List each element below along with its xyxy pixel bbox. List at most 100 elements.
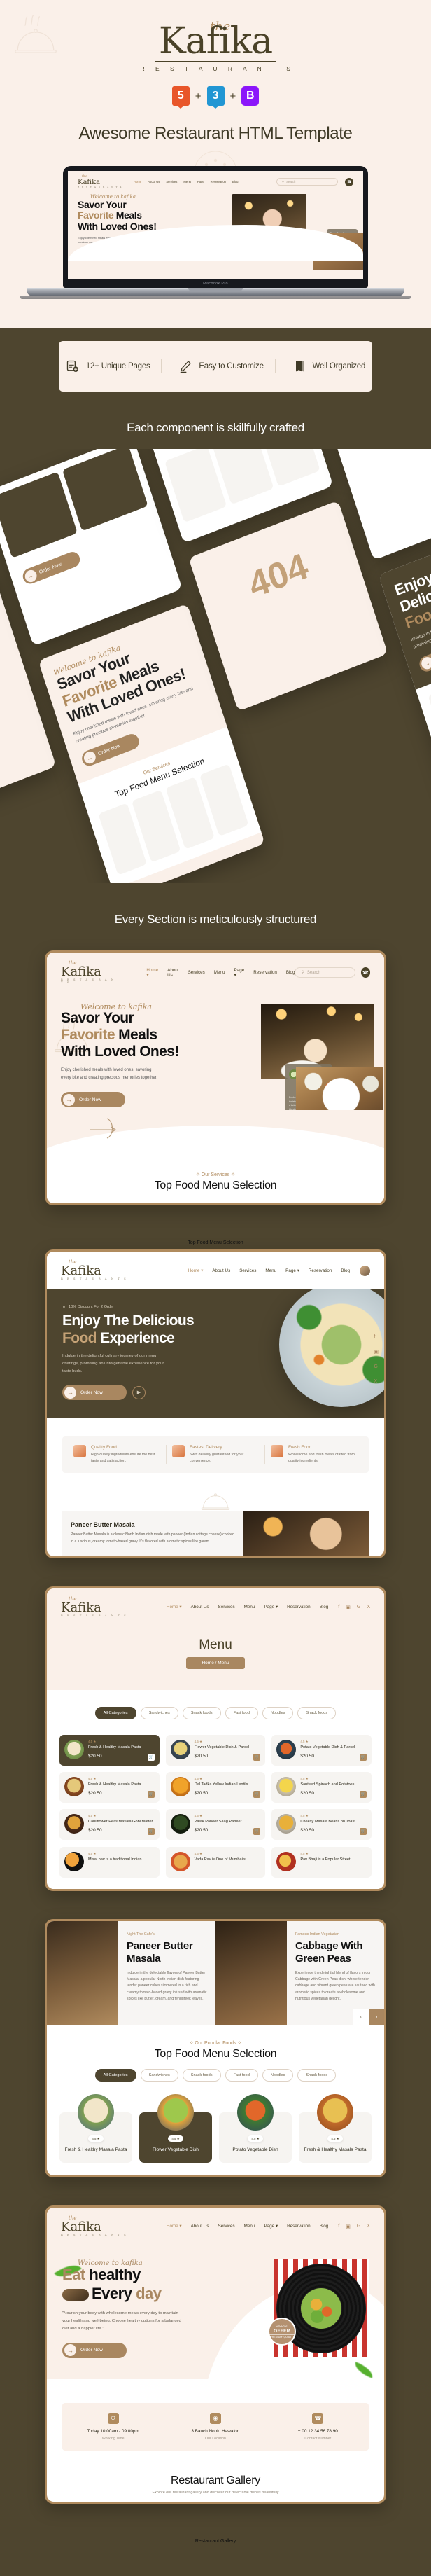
nav-home[interactable]: Home ▾ — [167, 2224, 182, 2229]
nav-page[interactable]: Page ▾ — [285, 1268, 299, 1273]
category-pill-noodles[interactable]: Noodles — [262, 2068, 294, 2082]
nav-menu[interactable]: Menu — [265, 1268, 276, 1273]
menu-item[interactable]: 4.5 ★ Potato Vegetable Dish & Parcel $20… — [271, 1734, 372, 1766]
nav-reservation[interactable]: Reservation — [309, 1268, 332, 1273]
blog-item[interactable]: 4.5 ★ Vada Pav is One of Mumbai's — [165, 1846, 266, 1878]
add-to-cart-icon[interactable]: 🛒 — [253, 1827, 261, 1835]
phone-icon[interactable]: ☎ — [345, 177, 353, 186]
add-to-cart-icon[interactable]: 🛒 — [147, 1790, 155, 1798]
twitter-x-icon[interactable]: X — [374, 1379, 379, 1384]
popular-card[interactable]: 4.5 ★ Potato Vegetable Dish — [219, 2093, 292, 2163]
facebook-icon[interactable]: f — [338, 1605, 339, 1609]
nav-reservation[interactable]: Reservation — [287, 1605, 311, 1609]
nav-about[interactable]: About Us — [191, 1605, 209, 1609]
menu-item[interactable]: 4.5 ★ Dal Tadka Yellow Indian Lentils $2… — [165, 1771, 266, 1803]
menu-item[interactable]: 4.5 ★ Cheesy Masala Beans on Toast $20.5… — [271, 1808, 372, 1840]
twitter-x-icon[interactable]: X — [367, 1605, 370, 1609]
category-pill-sandwiches[interactable]: Sandwiches — [140, 1706, 178, 1719]
site-logo[interactable]: the Kafika R E S T A U R A N T S — [61, 961, 120, 984]
category-pill-sandwiches[interactable]: Sandwiches — [140, 2068, 178, 2082]
menu-item[interactable]: 4.5 ★ Cauliflower Peas Masala Gobi Matte… — [59, 1808, 160, 1840]
nav-menu[interactable]: Menu — [244, 1605, 255, 1609]
add-to-cart-icon[interactable]: 🛒 — [360, 1827, 367, 1835]
google-icon[interactable]: G — [357, 2224, 360, 2229]
instagram-icon[interactable]: ▣ — [346, 1605, 351, 1610]
menu-item[interactable]: 4.5 ★ Sauteed Spinach and Potatoes $20.5… — [271, 1771, 372, 1803]
instagram-icon[interactable]: ▣ — [374, 1349, 379, 1355]
nav-blog[interactable]: Blog — [286, 970, 295, 975]
play-button[interactable]: ▶ — [132, 1385, 146, 1399]
category-pill-fast-food[interactable]: Fast food — [225, 2068, 258, 2082]
phone-icon[interactable]: ☎ — [360, 967, 370, 978]
category-pill-all[interactable]: All Categories — [94, 2068, 136, 2082]
nav-page[interactable]: Page ▾ — [264, 2224, 278, 2229]
site-logo[interactable]: the Kafika R E S T A U R A N T S — [61, 2216, 127, 2237]
nav-page[interactable]: Page ▾ — [264, 1605, 278, 1609]
nav-home[interactable]: Home ▾ — [146, 968, 158, 978]
order-now-button[interactable]: → Order Now — [62, 2342, 127, 2358]
mini-search-input[interactable]: ⚲ Search — [276, 178, 338, 186]
category-pill-all[interactable]: All Categories — [94, 1706, 136, 1719]
mini-nav-services[interactable]: Services — [166, 180, 177, 183]
nav-services[interactable]: Services — [218, 1605, 235, 1609]
mini-nav-menu[interactable]: Menu — [183, 180, 190, 183]
nav-home[interactable]: Home ▾ — [188, 1268, 204, 1273]
menu-item[interactable]: 4.5 ★ Fresh & Healthy Masala Pasta $20.5… — [59, 1771, 160, 1803]
blog-item[interactable]: 4.5 ★ Pav Bhaji is a Popular Street — [271, 1846, 372, 1878]
blog-item[interactable]: 4.5 ★ Misal pav is a traditional Indian — [59, 1846, 160, 1878]
add-to-cart-icon[interactable]: 🛒 — [360, 1753, 367, 1761]
carousel-next-icon[interactable]: › — [369, 2009, 384, 2025]
nav-services[interactable]: Services — [239, 1268, 256, 1273]
facebook-icon[interactable]: f — [338, 2224, 339, 2229]
nav-about[interactable]: About Us — [212, 1268, 230, 1273]
nav-about[interactable]: About Us — [167, 968, 178, 978]
category-pill-snack-foods-2[interactable]: Snack foods — [297, 1706, 337, 1719]
nav-blog[interactable]: Blog — [341, 1268, 350, 1273]
avatar[interactable] — [360, 1265, 370, 1276]
nav-menu[interactable]: Menu — [244, 2224, 255, 2229]
nav-home[interactable]: Home ▾ — [167, 1605, 182, 1609]
google-icon[interactable]: G — [374, 1364, 379, 1369]
menu-item[interactable]: 4.5 ★ Palak Paneer Saag Paneer $20.50 🛒 — [165, 1808, 266, 1840]
nav-menu[interactable]: Menu — [214, 970, 225, 975]
nav-blog[interactable]: Blog — [320, 2224, 329, 2229]
add-to-cart-icon[interactable]: 🛒 — [360, 1790, 367, 1798]
add-to-cart-icon[interactable]: 🛒 — [147, 1753, 155, 1761]
menu-item[interactable]: 4.5 ★ Flower Vegetable Dish & Parcel $20… — [165, 1734, 266, 1766]
category-pill-snack-foods-2[interactable]: Snack foods — [297, 2068, 337, 2082]
category-pill-fast-food[interactable]: Fast food — [225, 1706, 258, 1719]
mini-nav-home[interactable]: Home — [134, 180, 141, 183]
popular-card[interactable]: 4.5 ★ Fresh & Healthy Masala Pasta — [59, 2093, 132, 2163]
nav-services[interactable]: Services — [218, 2224, 235, 2229]
nav-page[interactable]: Page ▾ — [234, 968, 245, 978]
category-pill-snack-foods[interactable]: Snack foods — [182, 2068, 221, 2082]
mini-nav-about[interactable]: About Us — [148, 180, 160, 183]
nav-reservation[interactable]: Reservation — [287, 2224, 311, 2229]
add-to-cart-icon[interactable]: 🛒 — [147, 1827, 155, 1835]
nav-reservation[interactable]: Reservation — [253, 970, 277, 975]
site-logo[interactable]: the Kafika R E S T A U R A N T S — [61, 1260, 127, 1281]
order-now-button[interactable]: → Order Now — [62, 1385, 127, 1401]
nav-services[interactable]: Services — [188, 970, 205, 975]
category-pill-noodles[interactable]: Noodles — [262, 1706, 294, 1719]
add-to-cart-icon[interactable]: 🛒 — [253, 1753, 261, 1761]
nav-blog[interactable]: Blog — [320, 1605, 329, 1609]
category-pill-snack-foods[interactable]: Snack foods — [182, 1706, 221, 1719]
instagram-icon[interactable]: ▣ — [346, 2224, 351, 2229]
nav-about[interactable]: About Us — [191, 2224, 209, 2229]
order-now-button[interactable]: → Order Now — [61, 1092, 125, 1108]
carousel-prev-icon[interactable]: ‹ — [353, 2009, 369, 2025]
mini-nav-blog[interactable]: Blog — [232, 180, 238, 183]
facebook-icon[interactable]: f — [374, 1334, 379, 1339]
mini-nav-reservation[interactable]: Reservation — [211, 180, 226, 183]
twitter-x-icon[interactable]: X — [367, 2224, 370, 2229]
add-to-cart-icon[interactable]: 🛒 — [253, 1790, 261, 1798]
menu-item[interactable]: 4.5 ★ Fresh & Healthy Masala Pasta $20.5… — [59, 1734, 160, 1766]
popular-card[interactable]: 4.5 ★ Fresh & Healthy Masala Pasta — [299, 2093, 372, 2163]
search-input[interactable]: ⚲ Search — [295, 967, 355, 978]
mini-logo[interactable]: the Kafika R E S T A U R A N T S — [78, 176, 122, 188]
google-icon[interactable]: G — [357, 1605, 360, 1609]
mini-nav-page[interactable]: Page — [197, 180, 204, 183]
popular-card[interactable]: 4.5 ★ Flower Vegetable Dish — [139, 2093, 212, 2163]
site-logo[interactable]: the Kafika R E S T A U R A N T S — [61, 1597, 127, 1618]
